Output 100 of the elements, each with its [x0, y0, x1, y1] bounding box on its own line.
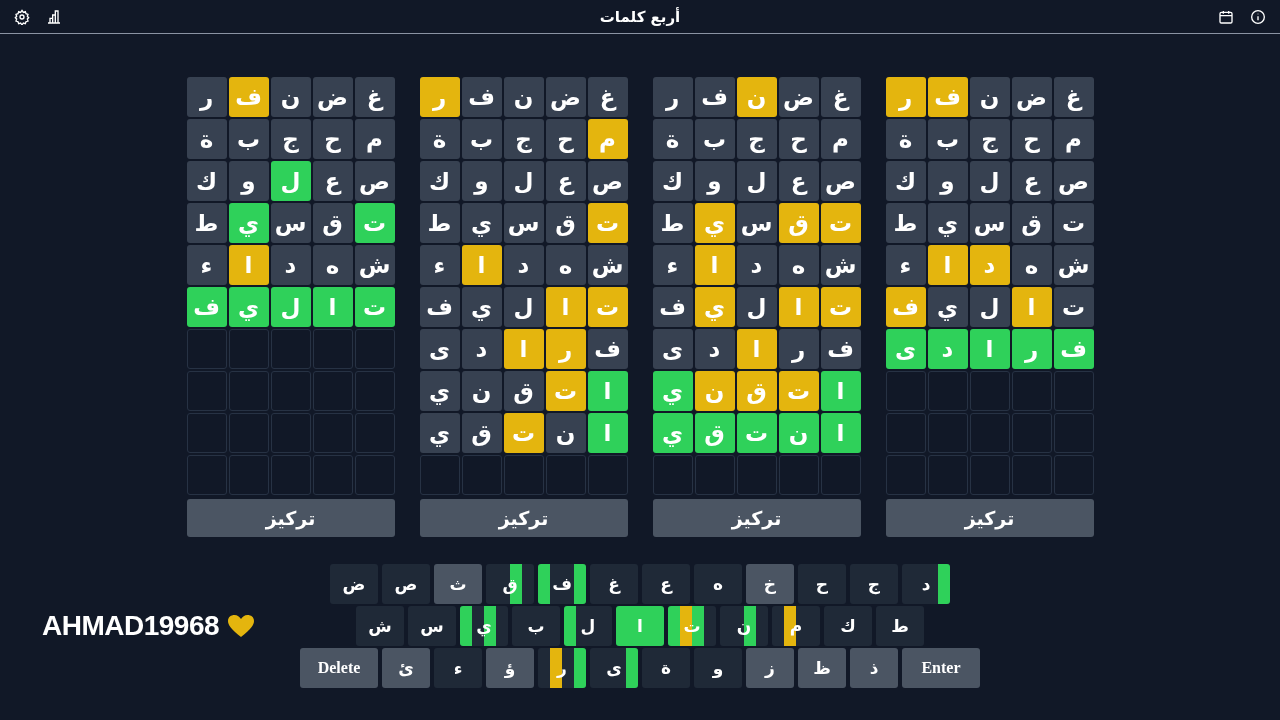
letter-tile: ر [186, 77, 227, 117]
letter-tile: ح [312, 119, 353, 159]
letter-tile: ق [1011, 203, 1052, 243]
keyboard-key[interactable]: غ [590, 564, 638, 604]
letter-tile: ج [736, 119, 777, 159]
keyboard-key[interactable]: ز [746, 648, 794, 688]
letter-tile: ش [1053, 245, 1094, 285]
letter-tile: د [461, 329, 502, 369]
focus-button[interactable]: تركيز [186, 499, 395, 537]
letter-tile: د [503, 245, 544, 285]
letter-tile: ك [652, 161, 693, 201]
letter-tile: م [1053, 119, 1094, 159]
keyboard-key[interactable]: ظ [798, 648, 846, 688]
letter-tile: ق [778, 203, 819, 243]
letter-tile: ج [969, 119, 1010, 159]
letter-tile: ن [461, 371, 502, 411]
letter-tile: ي [419, 413, 460, 453]
letter-tile: ا [228, 245, 269, 285]
focus-button[interactable]: تركيز [419, 499, 628, 537]
letter-tile: ر [1011, 329, 1052, 369]
keyboard-key[interactable]: ض [330, 564, 378, 604]
letter-tile: ل [270, 161, 311, 201]
letter-tile: ى [885, 329, 926, 369]
letter-tile: و [694, 161, 735, 201]
keyboard-key[interactable]: ؤ [486, 648, 534, 688]
keyboard-key[interactable]: ة [642, 648, 690, 688]
keyboard-key[interactable]: ث [434, 564, 482, 604]
keyboard-key[interactable]: خ [746, 564, 794, 604]
keyboard-key[interactable]: Enter [902, 648, 980, 688]
keyboard-key[interactable]: ل [564, 606, 612, 646]
focus-button[interactable]: تركيز [652, 499, 861, 537]
keyboard-key[interactable]: ه [694, 564, 742, 604]
letter-tile: ف [461, 77, 502, 117]
bar-chart-icon[interactable] [46, 8, 62, 25]
letter-tile: ش [587, 245, 628, 285]
letter-tile: غ [820, 77, 861, 117]
letter-tile: ي [228, 203, 269, 243]
letter-tile: ف [419, 287, 460, 327]
letter-tile: ض [312, 77, 353, 117]
letter-tile: ق [694, 413, 735, 453]
letter-tile: ي [652, 371, 693, 411]
info-icon[interactable] [1250, 8, 1266, 25]
letter-tile: ت [1053, 203, 1094, 243]
letter-tile: ء [186, 245, 227, 285]
keyboard-key[interactable]: د [902, 564, 950, 604]
keyboard-key[interactable]: Delete [300, 648, 378, 688]
letter-tile: ص [1053, 161, 1094, 201]
letter-tile: ص [820, 161, 861, 201]
letter-tile: ن [270, 77, 311, 117]
letter-tile: ي [927, 287, 968, 327]
keyboard-key[interactable]: ئ [382, 648, 430, 688]
letter-tile: ا [778, 287, 819, 327]
letter-tile: ة [885, 119, 926, 159]
letter-tile: ن [736, 77, 777, 117]
letter-tile: س [270, 203, 311, 243]
keyboard-key[interactable]: ح [798, 564, 846, 604]
letter-tile: ج [503, 119, 544, 159]
keyboard-key[interactable]: ج [850, 564, 898, 604]
letter-tile: ه [1011, 245, 1052, 285]
letter-tile: ح [1011, 119, 1052, 159]
keyboard-key[interactable]: ط [876, 606, 924, 646]
letter-tile: ر [652, 77, 693, 117]
letter-tile: ف [228, 77, 269, 117]
letter-tile: ع [778, 161, 819, 201]
letter-tile: ي [927, 203, 968, 243]
keyboard-key[interactable]: س [408, 606, 456, 646]
letter-tile: ن [545, 413, 586, 453]
letter-tile: ة [419, 119, 460, 159]
letter-tile: ا [545, 287, 586, 327]
settings-icon[interactable] [14, 8, 30, 25]
keyboard-key[interactable]: ذ [850, 648, 898, 688]
letter-tile: ي [419, 371, 460, 411]
keyboard-key[interactable]: ش [356, 606, 404, 646]
keyboard-key[interactable]: و [694, 648, 742, 688]
letter-tile: ف [694, 77, 735, 117]
letter-tile: ن [969, 77, 1010, 117]
letter-tile: ا [312, 287, 353, 327]
keyboard-key[interactable]: ء [434, 648, 482, 688]
letter-tile: م [820, 119, 861, 159]
letter-tile: ف [652, 287, 693, 327]
keyboard-key[interactable]: ع [642, 564, 690, 604]
keyboard-key[interactable]: ك [824, 606, 872, 646]
letter-tile: ل [270, 287, 311, 327]
letter-tile: ت [587, 203, 628, 243]
player-name: AHMAD19968 [42, 610, 220, 642]
letter-tile: ك [186, 161, 227, 201]
letter-tile: س [969, 203, 1010, 243]
calendar-icon[interactable] [1218, 8, 1234, 25]
keyboard-key[interactable]: ب [512, 606, 560, 646]
letter-tile: ا [820, 413, 861, 453]
letter-tile: ط [186, 203, 227, 243]
keyboard-key[interactable]: ى [590, 648, 638, 688]
letter-tile: ا [587, 413, 628, 453]
keyboard-key[interactable]: ف [538, 564, 586, 604]
focus-button[interactable]: تركيز [885, 499, 1094, 537]
letter-tile: م [587, 119, 628, 159]
letter-tile: ت [545, 371, 586, 411]
keyboard-key[interactable]: ص [382, 564, 430, 604]
letter-tile: ر [545, 329, 586, 369]
letter-tile: ط [652, 203, 693, 243]
